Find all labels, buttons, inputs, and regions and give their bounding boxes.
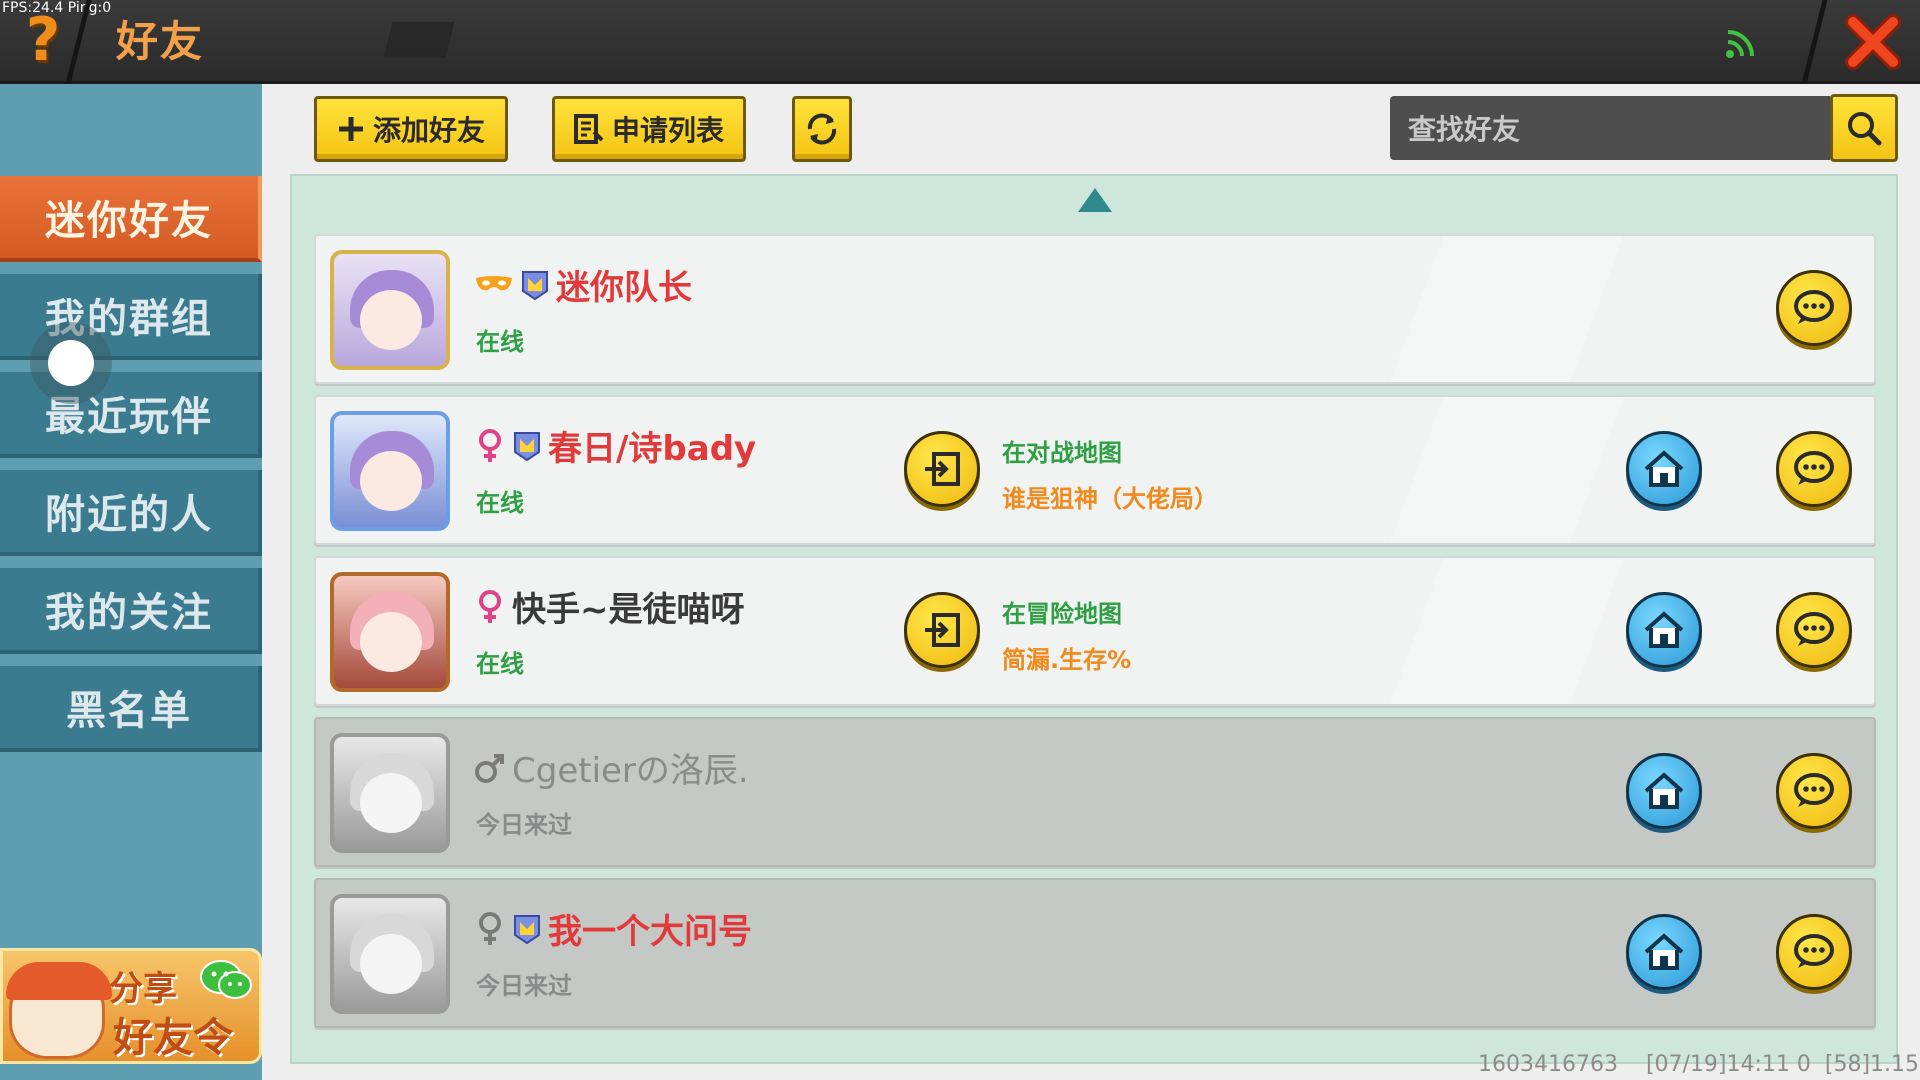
member-badge-icon [522, 270, 548, 300]
friend-name-row: 迷你队长 [474, 260, 692, 309]
list-icon [573, 114, 604, 144]
chat-button[interactable] [1776, 431, 1852, 507]
sidebar-item-blacklist[interactable]: 黑名单 [0, 666, 262, 752]
visit-home-button[interactable] [1626, 753, 1702, 829]
avatar[interactable] [330, 572, 450, 692]
decoration [1388, 558, 1624, 704]
sidebar-item-following[interactable]: 我的关注 [0, 568, 262, 654]
sidebar-item-label: 我的关注 [45, 590, 213, 636]
top-bar: FPS:24.4 Ping:0 ? 好友 [0, 0, 1920, 84]
decoration [383, 22, 455, 58]
question-mark-icon: ? [25, 5, 61, 75]
friend-card[interactable]: 快手~是徒喵呀 在线 在冒险地图 简漏.生存% [314, 556, 1876, 706]
member-badge-icon [514, 914, 540, 944]
decoration [1388, 397, 1624, 543]
friend-card[interactable]: 春日/诗bady 在线 在对战地图 谁是狙神（大佬局） [314, 395, 1876, 545]
friend-card[interactable]: 我一个大问号 今日来过 [314, 878, 1876, 1028]
add-friend-button[interactable]: 添加好友 [314, 96, 508, 162]
build-info: 1603416763 [07/19]14:11 0 [58]1.15.2 [1478, 1052, 1920, 1077]
friend-name-row: 我一个大问号 [474, 904, 752, 953]
home-icon [1644, 933, 1684, 970]
close-icon [1845, 14, 1901, 70]
online-status: 今日来过 [476, 811, 572, 839]
sidebar-item-label: 迷你好友 [45, 198, 213, 244]
join-game-button[interactable] [904, 592, 980, 668]
map-type: 在对战地图 [1002, 439, 1122, 467]
home-icon [1644, 772, 1684, 809]
chat-bubble-icon [1794, 773, 1834, 807]
chat-button[interactable] [1776, 270, 1852, 346]
enter-icon [925, 452, 960, 486]
search-icon [1848, 112, 1882, 146]
wechat-icon [200, 960, 252, 999]
female-icon [479, 428, 501, 462]
search-button[interactable] [1830, 94, 1898, 162]
add-friend-label: 添加好友 [372, 114, 485, 147]
sidebar-item-mini-friends[interactable]: 迷你好友 [0, 176, 262, 262]
online-status: 在线 [476, 650, 524, 678]
member-badge-icon [514, 431, 540, 461]
visit-home-button[interactable] [1626, 431, 1702, 507]
sidebar-item-label: 黑名单 [66, 688, 192, 734]
female-icon [479, 589, 501, 623]
enter-icon [925, 613, 960, 647]
vip-mask-icon [476, 275, 512, 290]
chat-bubble-icon [1794, 934, 1834, 968]
friend-name: 迷你队长 [556, 268, 692, 308]
avatar[interactable] [330, 894, 450, 1014]
scroll-up-arrow-icon[interactable] [1078, 188, 1112, 212]
chat-bubble-icon [1794, 612, 1834, 646]
signal-icon [1726, 30, 1754, 58]
friend-name-row: 春日/诗bady [474, 421, 756, 470]
friend-card[interactable]: 迷你队长 在线 [314, 234, 1876, 384]
plus-icon [338, 117, 363, 141]
sidebar-item-label: 附近的人 [45, 492, 213, 538]
map-type: 在冒险地图 [1002, 600, 1122, 628]
share-sublabel: 好友令 [113, 1015, 233, 1061]
touch-indicator [30, 322, 112, 404]
search-input[interactable]: 查找好友 [1390, 96, 1830, 160]
friend-name-row: 快手~是徒喵呀 [474, 582, 745, 631]
refresh-button[interactable] [792, 96, 852, 162]
page-title: 好友 [116, 17, 205, 66]
female-icon [479, 911, 501, 945]
share-friend-code-button[interactable]: 分享 好友令 [0, 948, 262, 1064]
sidebar-item-nearby[interactable]: 附近的人 [0, 470, 262, 556]
online-status: 今日来过 [476, 972, 572, 1000]
mascot-image [6, 962, 112, 1059]
decoration [1388, 236, 1624, 382]
chat-button[interactable] [1776, 914, 1852, 990]
chat-button[interactable] [1776, 592, 1852, 668]
home-icon [1644, 450, 1684, 487]
map-name: 谁是狙神（大佬局） [1002, 485, 1218, 513]
visit-home-button[interactable] [1626, 914, 1702, 990]
avatar[interactable] [330, 250, 450, 370]
friend-name: 我一个大问号 [548, 912, 752, 952]
friend-name: Cgetierの洛辰. [512, 751, 749, 791]
male-icon [475, 753, 504, 783]
request-list-label: 申请列表 [611, 114, 724, 147]
help-button[interactable]: ? [18, 5, 68, 75]
online-status: 在线 [476, 328, 524, 356]
map-name: 简漏.生存% [1002, 646, 1132, 674]
refresh-icon [807, 113, 837, 145]
close-button[interactable] [1838, 8, 1908, 76]
share-label: 分享 [109, 969, 177, 1009]
request-list-button[interactable]: 申请列表 [552, 96, 746, 162]
join-game-button[interactable] [904, 431, 980, 507]
avatar[interactable] [330, 733, 450, 853]
chat-button[interactable] [1776, 753, 1852, 829]
chat-bubble-icon [1794, 290, 1834, 324]
chat-bubble-icon [1794, 451, 1834, 485]
visit-home-button[interactable] [1626, 592, 1702, 668]
friend-card[interactable]: Cgetierの洛辰. 今日来过 [314, 717, 1876, 867]
friend-name-row: Cgetierの洛辰. [474, 743, 749, 792]
avatar[interactable] [330, 411, 450, 531]
online-status: 在线 [476, 489, 524, 517]
divider [1801, 0, 1828, 84]
friend-name: 快手~是徒喵呀 [512, 590, 745, 630]
home-icon [1644, 611, 1684, 648]
friend-name: 春日/诗bady [548, 429, 757, 469]
